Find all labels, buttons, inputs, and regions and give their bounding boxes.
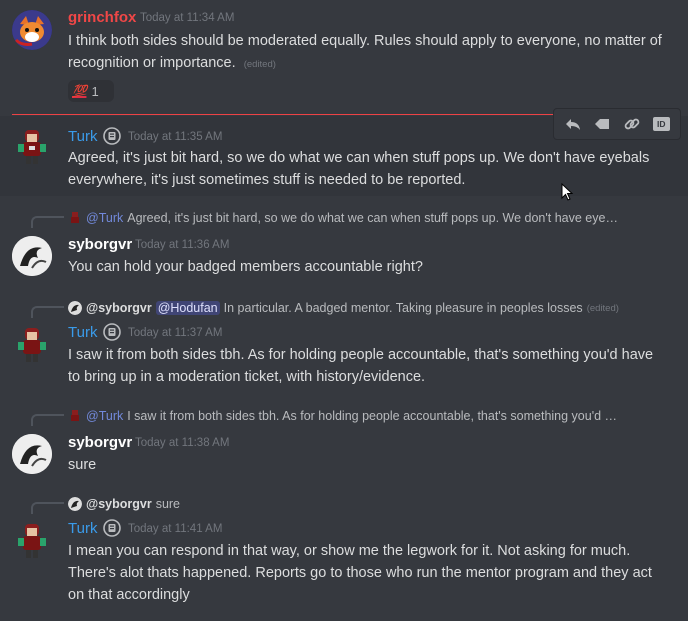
message-timestamp: Today at 11:34 AM: [140, 12, 235, 24]
edited-label: (edited): [586, 302, 619, 314]
message-timestamp: Today at 11:37 AM: [128, 327, 223, 339]
reply-avatar-syborgvr: [68, 301, 82, 315]
author-name[interactable]: syborgvr: [68, 236, 132, 253]
reply-avatar-turk: [68, 409, 82, 423]
reply-reference[interactable]: @Turk Agreed, it's just bit hard, so we …: [68, 211, 618, 225]
avatar-turk[interactable]: [12, 520, 52, 560]
mouse-cursor-icon: [561, 183, 574, 201]
message-text: I mean you can respond in that way, or s…: [68, 543, 652, 603]
reply-icon: [565, 119, 580, 130]
tag-icon: [595, 119, 610, 129]
message-turk-2: @syborgvr @Hodufan In particular. A badg…: [0, 296, 688, 396]
message-syborgvr-2: @Turk I saw it from both sides tbh. As f…: [0, 404, 688, 484]
message-content: You can hold your badged members account…: [68, 256, 668, 278]
tag-button[interactable]: [590, 112, 614, 136]
reply-spine: [31, 502, 64, 514]
reply-preview: I saw it from both sides tbh. As for hol…: [127, 409, 618, 423]
message-text: I saw it from both sides tbh. As for hol…: [68, 347, 654, 385]
reply-reference[interactable]: @syborgvr @Hodufan In particular. A badg…: [68, 301, 619, 315]
avatar-syborgvr[interactable]: [12, 434, 52, 474]
reply-reference[interactable]: @syborgvr sure: [68, 497, 180, 511]
reply-author[interactable]: @syborgvr: [86, 497, 152, 511]
message-syborgvr-1: @Turk Agreed, it's just bit hard, so we …: [0, 206, 688, 286]
reply-preview: Agreed, it's just bit hard, so we do wha…: [127, 211, 618, 225]
hundred-points-icon: 💯: [72, 84, 87, 98]
user-mention[interactable]: @Hodufan: [155, 301, 220, 315]
avatar-grinchfox[interactable]: [12, 10, 52, 50]
avatar-syborgvr[interactable]: [12, 236, 52, 276]
avatar-turk[interactable]: [12, 126, 52, 166]
new-messages-divider: [12, 114, 556, 115]
reply-mention[interactable]: @Turk: [86, 409, 123, 423]
reply-preview: sure: [155, 497, 181, 511]
reply-avatar-turk: [68, 211, 82, 225]
message-turk-3: @syborgvr sure Turk Today at 11:41 AM I …: [0, 492, 688, 621]
message-timestamp: Today at 11:36 AM: [135, 239, 230, 251]
message-actions-toolbar: ID: [553, 108, 681, 140]
message-text: You can hold your badged members account…: [68, 259, 423, 275]
message-content: sure: [68, 454, 668, 476]
reply-button[interactable]: [561, 112, 585, 136]
message-grinchfox-1: grinchfox Today at 11:34 AM I think both…: [0, 0, 688, 110]
message-text: I think both sides should be moderated e…: [68, 33, 662, 71]
author-name[interactable]: grinchfox: [68, 9, 136, 26]
message-timestamp: Today at 11:35 AM: [128, 131, 223, 143]
reply-spine: [31, 414, 64, 426]
reaction-count: 1: [91, 83, 99, 99]
reply-spine: [31, 216, 64, 228]
reply-reference[interactable]: @Turk I saw it from both sides tbh. As f…: [68, 409, 617, 423]
author-name[interactable]: Turk: [68, 324, 97, 341]
message-content: I think both sides should be moderated e…: [68, 30, 668, 76]
edited-label: (edited): [243, 59, 276, 70]
moderator-badge-icon[interactable]: [103, 127, 121, 145]
message-timestamp: Today at 11:41 AM: [128, 523, 223, 535]
moderator-badge-icon[interactable]: [103, 323, 121, 341]
reply-mention[interactable]: @Turk: [86, 211, 123, 225]
copy-link-button[interactable]: [620, 112, 644, 136]
author-name[interactable]: Turk: [68, 520, 97, 537]
reply-author[interactable]: @syborgvr: [86, 301, 152, 315]
message-content: Agreed, it's just bit hard, so we do wha…: [68, 147, 668, 191]
moderator-badge-icon[interactable]: [103, 519, 121, 537]
message-content: I mean you can respond in that way, or s…: [68, 540, 668, 606]
author-name[interactable]: syborgvr: [68, 434, 132, 451]
reply-preview: In particular. A badged mentor. Taking p…: [223, 301, 583, 315]
link-icon: [624, 118, 640, 130]
message-timestamp: Today at 11:38 AM: [135, 437, 230, 449]
copy-id-button[interactable]: ID: [649, 112, 673, 136]
reaction-hundred[interactable]: 💯 1: [68, 80, 114, 102]
author-name[interactable]: Turk: [68, 128, 97, 145]
reply-avatar-syborgvr: [68, 497, 82, 511]
reply-spine: [31, 306, 64, 318]
avatar-turk[interactable]: [12, 324, 52, 364]
id-icon: ID: [652, 117, 670, 131]
message-content: I saw it from both sides tbh. As for hol…: [68, 344, 668, 388]
message-text: sure: [68, 457, 97, 473]
